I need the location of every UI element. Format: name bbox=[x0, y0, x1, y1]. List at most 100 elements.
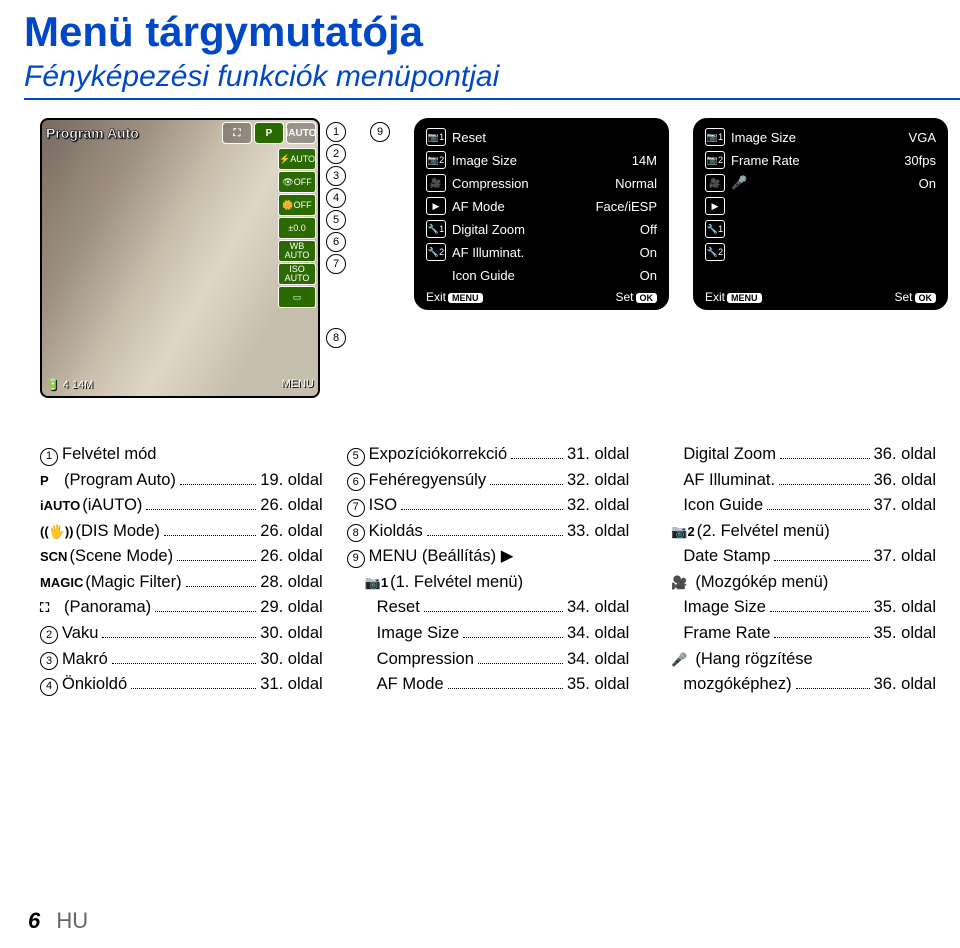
dots bbox=[463, 637, 563, 638]
menu1-label-3: AF Mode bbox=[452, 199, 583, 214]
index-label: (iAUTO) bbox=[82, 493, 142, 519]
wrench2-icon: 🔧2 bbox=[426, 243, 446, 261]
index-entry: 🎥(Mozgókép menü) bbox=[653, 570, 936, 596]
menu1-label-1: Image Size bbox=[452, 153, 583, 168]
menu2-label-1: Frame Rate bbox=[731, 153, 862, 168]
index-page: 35. oldal bbox=[567, 672, 629, 698]
index-col-1: 1Felvétel módP(Program Auto)19. oldaliAU… bbox=[40, 442, 323, 698]
marker-2: 2 bbox=[326, 144, 346, 164]
index-entry: Digital Zoom36. oldal bbox=[653, 442, 936, 468]
index-entry: Icon Guide37. oldal bbox=[653, 493, 936, 519]
index-entry: AF Illuminat.36. oldal bbox=[653, 468, 936, 494]
menu1-val-5: On bbox=[589, 245, 657, 260]
chip-macro: 🌼OFF bbox=[278, 194, 316, 216]
index-page: 36. oldal bbox=[874, 442, 936, 468]
index-page: 37. oldal bbox=[874, 544, 936, 570]
chip-eye: 👁OFF bbox=[278, 171, 316, 193]
chip-iso: ISO AUTO bbox=[278, 263, 316, 285]
index-label: (Program Auto) bbox=[64, 468, 176, 494]
index-entry: SCN(Scene Mode) 26. oldal bbox=[40, 544, 323, 570]
index-label: (Hang rögzítése bbox=[695, 647, 812, 673]
camera-markers: 1 2 3 4 5 6 7 8 bbox=[326, 118, 346, 398]
menu1-val-3: Face/iESP bbox=[589, 199, 657, 214]
index-page: 26. oldal bbox=[260, 544, 322, 570]
index-label: (Panorama) bbox=[64, 595, 151, 621]
wrench1-icon: 🔧1 bbox=[426, 220, 446, 238]
menu1-label-0: Reset bbox=[452, 130, 583, 145]
index-label: Reset bbox=[377, 595, 420, 621]
index-columns: 1Felvétel módP(Program Auto)19. oldaliAU… bbox=[0, 398, 960, 698]
index-lead-icon: 📷2 bbox=[671, 522, 694, 542]
chip-exp: ±0.0 bbox=[278, 217, 316, 239]
page-footer: 6 HU bbox=[28, 908, 88, 934]
movie-icon: 🎥 bbox=[426, 174, 446, 192]
camera-photo bbox=[42, 120, 318, 396]
camera1-icon: 📷1 bbox=[705, 128, 725, 146]
marker-5: 5 bbox=[326, 210, 346, 230]
index-number: 3 bbox=[40, 652, 58, 670]
chip-flash: ⚡AUTO bbox=[278, 148, 316, 170]
header: Menü tárgymutatója Fényképezési funkciók… bbox=[0, 0, 960, 94]
index-page: 31. oldal bbox=[260, 672, 322, 698]
index-entry: P(Program Auto)19. oldal bbox=[40, 468, 323, 494]
menu1-row-0: 📷1 Reset bbox=[426, 128, 657, 146]
menu1-row-4: 🔧1 Digital Zoom Off bbox=[426, 220, 657, 238]
menu2-val-1: 30fps bbox=[868, 153, 936, 168]
mode-boxes: ⛶ P iAUTO bbox=[222, 122, 316, 144]
dots bbox=[177, 560, 256, 561]
index-lead-icon: 🎥 bbox=[671, 573, 693, 593]
dots bbox=[180, 484, 256, 485]
chip-wb: WB AUTO bbox=[278, 240, 316, 262]
index-label: Image Size bbox=[377, 621, 460, 647]
menu2-set: Set bbox=[894, 290, 912, 304]
index-label: Makró bbox=[62, 647, 108, 673]
camera1-icon: 📷1 bbox=[426, 128, 446, 146]
index-entry: 6Fehéregyensúly32. oldal bbox=[347, 468, 630, 494]
index-entry: 1Felvétel mód bbox=[40, 442, 323, 468]
dots bbox=[448, 688, 563, 689]
dots bbox=[155, 611, 256, 612]
camera-preview: Program Auto ⛶ P iAUTO ⚡AUTO 👁OFF 🌼OFF ±… bbox=[40, 118, 320, 398]
index-entry: Reset34. oldal bbox=[347, 595, 630, 621]
index-label: Önkioldó bbox=[62, 672, 127, 698]
index-label: (DIS Mode) bbox=[76, 519, 160, 545]
menu1-label-2: Compression bbox=[452, 176, 583, 191]
index-page: 34. oldal bbox=[567, 647, 629, 673]
index-page: 34. oldal bbox=[567, 621, 629, 647]
page-subtitle: Fényképezési funkciók menüpontjai bbox=[24, 60, 960, 94]
dots bbox=[770, 611, 870, 612]
dots bbox=[511, 458, 563, 459]
menu1-val-2: Normal bbox=[589, 176, 657, 191]
marker-8: 8 bbox=[326, 328, 346, 348]
index-label: (Magic Filter) bbox=[85, 570, 181, 596]
page-number: 6 bbox=[28, 908, 40, 933]
menu1-val-6: On bbox=[589, 268, 657, 283]
index-page: 19. oldal bbox=[260, 468, 322, 494]
index-entry: Image Size35. oldal bbox=[653, 595, 936, 621]
index-lead-icon: iAUTO bbox=[40, 496, 80, 516]
marker-9: 9 bbox=[370, 122, 390, 142]
index-lead-icon: SCN bbox=[40, 547, 67, 567]
menu2-row-4: 🔧1 bbox=[705, 220, 936, 238]
menu1-footer: ExitMENU SetOK bbox=[426, 284, 657, 304]
index-label: AF Mode bbox=[377, 672, 444, 698]
index-entry: Frame Rate35. oldal bbox=[653, 621, 936, 647]
index-entry: 🎤(Hang rögzítése bbox=[653, 647, 936, 673]
index-entry: 5Expozíciókorrekció31. oldal bbox=[347, 442, 630, 468]
camera-side-chips: ⚡AUTO 👁OFF 🌼OFF ±0.0 WB AUTO ISO AUTO ▭ bbox=[278, 148, 316, 308]
index-entry: iAUTO(iAUTO)26. oldal bbox=[40, 493, 323, 519]
index-entry: Image Size 34. oldal bbox=[347, 621, 630, 647]
dots bbox=[164, 535, 256, 536]
index-lead-icon: 🎤 bbox=[671, 650, 693, 670]
index-label: (Scene Mode) bbox=[69, 544, 173, 570]
menu2-label-0: Image Size bbox=[731, 130, 862, 145]
index-number: 5 bbox=[347, 448, 365, 466]
index-lead-icon: 📷1 bbox=[365, 573, 388, 593]
page-lang: HU bbox=[56, 908, 88, 933]
index-entry: AF Mode 35. oldal bbox=[347, 672, 630, 698]
dots bbox=[131, 688, 256, 689]
index-entry: 📷2(2. Felvétel menü) bbox=[653, 519, 936, 545]
index-lead-icon: MAGIC bbox=[40, 573, 83, 593]
index-label: Expozíciókorrekció bbox=[369, 442, 507, 468]
index-entry: MAGIC(Magic Filter)28. oldal bbox=[40, 570, 323, 596]
